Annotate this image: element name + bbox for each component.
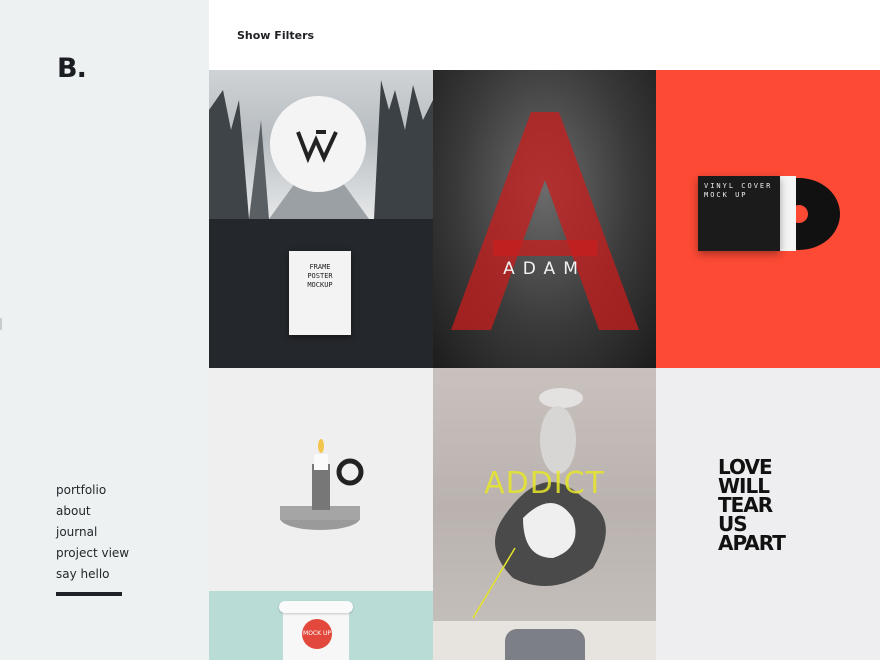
page: B. portfolio about journal project view … [0, 0, 880, 660]
w-logo-badge [270, 96, 366, 192]
portfolio-tile-vinyl[interactable]: VINYL COVER MOCK UP [656, 70, 880, 368]
vinyl-text: VINYL COVER MOCK UP [704, 182, 773, 199]
main-nav: portfolio about journal project view say… [56, 480, 129, 585]
nav-item-portfolio[interactable]: portfolio [56, 480, 129, 501]
portfolio-tile-candle[interactable] [209, 368, 433, 591]
poster-mockup: FRAME POSTER MOCKUP [289, 251, 351, 335]
sidebar: B. portfolio about journal project view … [0, 0, 209, 660]
show-filters-button[interactable]: Show Filters [237, 29, 314, 42]
scroll-indicator [0, 318, 2, 330]
type-line: APART [718, 531, 786, 555]
candle-illustration [280, 439, 364, 530]
nav-item-say-hello[interactable]: say hello [56, 564, 129, 585]
portfolio-tile-frame-poster[interactable]: FRAME POSTER MOCKUP [209, 219, 433, 368]
addict-title: ADDICT [484, 466, 605, 501]
filter-bar: Show Filters [209, 0, 880, 70]
poster-text: FRAME POSTER MOCKUP [307, 263, 333, 289]
nav-item-journal[interactable]: journal [56, 522, 129, 543]
w-logo-icon [296, 130, 338, 164]
nav-item-about[interactable]: about [56, 501, 129, 522]
nav-item-project-view[interactable]: project view [56, 543, 129, 564]
portfolio-tile-adam[interactable]: ADAM [433, 70, 656, 368]
tshirt-graphic [505, 629, 585, 660]
portfolio-tile-addict[interactable]: ADDICT [433, 368, 656, 621]
portfolio-tile-typography[interactable]: LOVE WILL TEAR US APART [656, 368, 880, 660]
portfolio-tile-tshirt[interactable] [433, 621, 656, 660]
cup-badge: MOCK UP [302, 619, 332, 649]
nav-underline [56, 592, 122, 596]
portfolio-tile-coffee-cup[interactable]: MOCK UP [209, 591, 433, 660]
portfolio-tile-w-logo[interactable] [209, 70, 433, 219]
site-logo[interactable]: B. [57, 53, 87, 84]
adam-title: ADAM [503, 259, 586, 279]
letter-a-graphic [451, 112, 639, 330]
vinyl-sleeve: VINYL COVER MOCK UP [698, 176, 780, 251]
cup-lid [279, 601, 353, 613]
typography-block: LOVE WILL TEAR US APART [718, 457, 828, 555]
